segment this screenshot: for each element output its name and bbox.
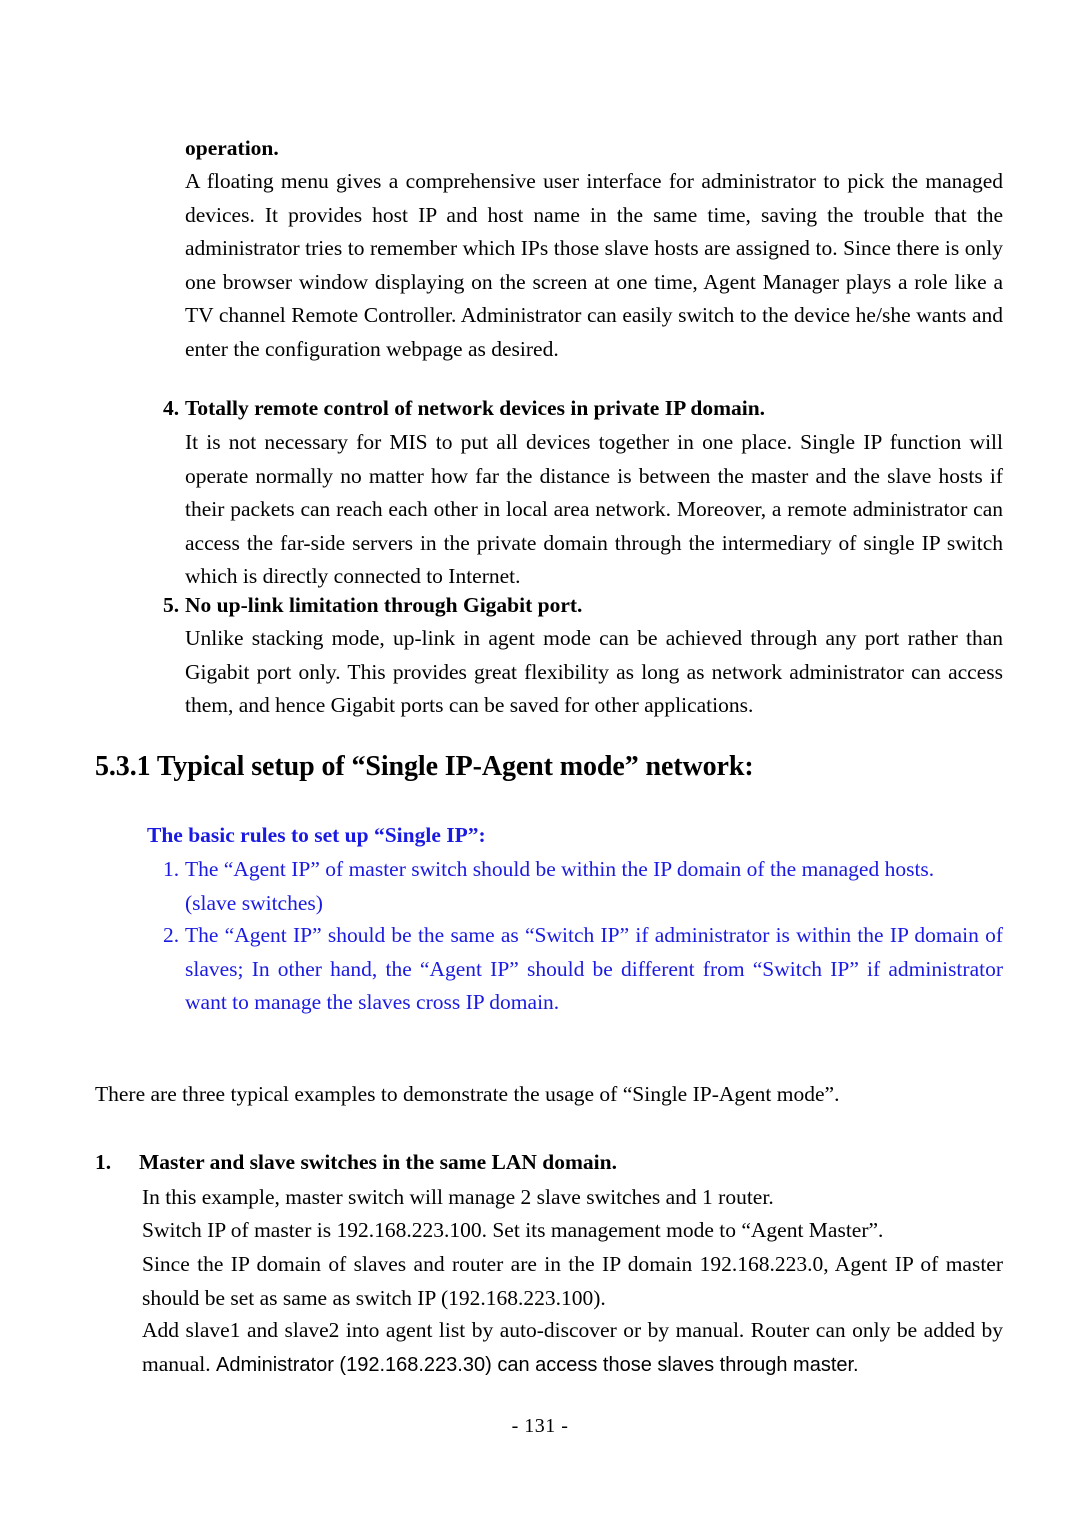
list-item-4-paragraph: It is not necessary for MIS to put all d… — [185, 430, 1003, 588]
example-1-line-1: In this example, master switch will mana… — [142, 1185, 774, 1209]
list-item-5-heading-text: No up-link limitation through Gigabit po… — [185, 593, 583, 617]
example-1-heading: 1. Master and slave switches in the same… — [95, 1146, 1003, 1180]
list-item-5-heading: 5. No up-link limitation through Gigabit… — [163, 589, 1003, 623]
section-heading-531: 5.3.1 Typical setup of “Single IP-Agent … — [95, 751, 754, 782]
document-page: operation. A floating menu gives a compr… — [0, 0, 1080, 1528]
example-1-line-4: Add slave1 and slave2 into agent list by… — [142, 1314, 1003, 1382]
list-item-5-paragraph: Unlike stacking mode, up-link in agent m… — [185, 626, 1003, 717]
operation-paragraph: A floating menu gives a comprehensive us… — [185, 169, 1003, 361]
page-number: - 131 - — [511, 1415, 569, 1437]
operation-heading: operation. — [185, 136, 279, 160]
basic-rules-heading: The basic rules to set up “Single IP”: — [147, 823, 486, 847]
basic-rule-1: 1. The “Agent IP” of master switch shoul… — [163, 853, 1003, 920]
basic-rule-2: 2. The “Agent IP” should be the same as … — [163, 919, 1003, 1020]
basic-rule-1-continuation: (slave switches) — [185, 890, 323, 915]
list-item-4-heading: 4. Totally remote control of network dev… — [163, 392, 1003, 426]
example-1-line-4-sans-part: Administrator (192.168.223.30) can acces… — [216, 1353, 859, 1376]
basic-rule-1-number: 1. — [163, 857, 180, 881]
basic-rule-2-text: The “Agent IP” should be the same as “Sw… — [185, 923, 1003, 1014]
basic-rule-1-text: The “Agent IP” of master switch should b… — [185, 857, 935, 881]
example-1-line-3: Since the IP domain of slaves and router… — [142, 1252, 1003, 1310]
example-1-heading-text: Master and slave switches in the same LA… — [139, 1150, 617, 1174]
example-1-number: 1. — [95, 1150, 112, 1174]
examples-intro-paragraph: There are three typical examples to demo… — [95, 1082, 840, 1106]
list-item-4-number: 4. — [163, 396, 180, 420]
list-item-4-heading-text: Totally remote control of network device… — [185, 396, 766, 420]
example-1-line-2: Switch IP of master is 192.168.223.100. … — [142, 1218, 884, 1242]
basic-rule-2-number: 2. — [163, 923, 180, 947]
list-item-5-number: 5. — [163, 593, 180, 617]
